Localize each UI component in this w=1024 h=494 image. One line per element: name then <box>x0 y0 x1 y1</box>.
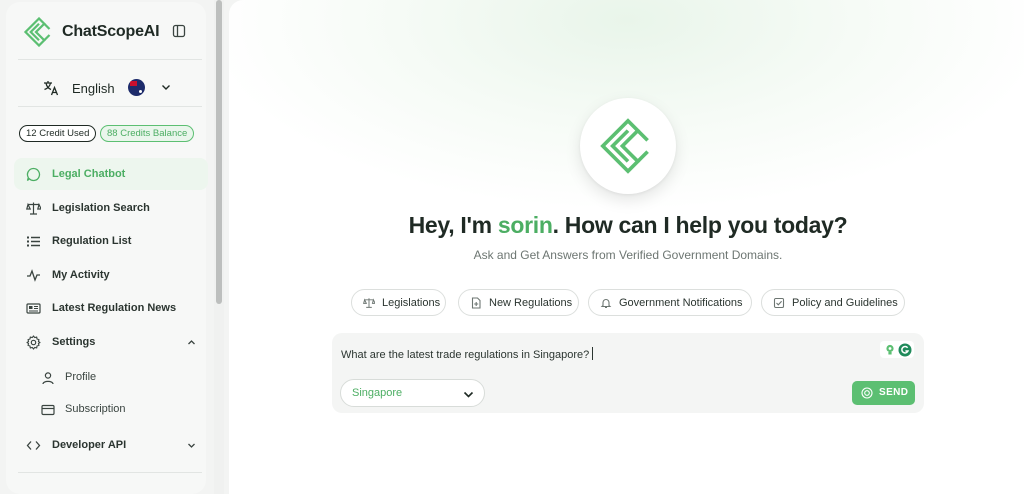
brand[interactable]: ChatScopeAI <box>24 16 160 48</box>
sidebar-item-developer-api[interactable]: Developer API <box>14 429 208 461</box>
lightbulb-icon <box>886 344 894 355</box>
credit-card-icon <box>41 404 55 416</box>
sidebar-subitem-subscription[interactable]: Subscription <box>14 396 208 424</box>
divider <box>18 59 202 60</box>
chatscope-logo-icon <box>600 118 649 174</box>
country-select[interactable]: Singapore <box>340 379 485 407</box>
brand-name: ChatScopeAI <box>62 23 160 40</box>
flag-icon <box>128 79 145 96</box>
sidebar-item-label: Developer API <box>52 439 127 451</box>
country-select-value: Singapore <box>352 387 403 399</box>
send-icon <box>861 387 873 399</box>
chevron-down-icon <box>188 443 195 448</box>
sidebar-subitem-profile[interactable]: Profile <box>14 364 208 392</box>
sidebar-item-legislation-search[interactable]: Legislation Search <box>14 192 208 224</box>
credits-balance-badge: 88 Credits Balance <box>100 125 195 142</box>
translate-icon <box>44 81 59 96</box>
sidebar-item-my-activity[interactable]: My Activity <box>14 259 208 291</box>
scale-icon <box>363 297 375 308</box>
chatscope-logo-icon <box>24 17 51 47</box>
chevron-up-icon <box>188 340 195 345</box>
sidebar-item-label: Regulation List <box>52 235 132 247</box>
sidebar-toggle-icon[interactable] <box>172 24 186 38</box>
chat-input[interactable]: What are the latest trade regulations in… <box>341 347 593 361</box>
newspaper-icon <box>26 303 41 314</box>
sidebar-item-label: Legal Chatbot <box>52 168 126 180</box>
sidebar-item-label: Latest Regulation News <box>52 302 177 314</box>
sidebar-subitem-label: Profile <box>65 371 97 383</box>
chip-policy-and-guidelines[interactable]: Policy and Guidelines <box>761 289 905 316</box>
gear-icon <box>26 335 41 350</box>
extension-icons[interactable] <box>880 341 914 358</box>
language-label: English <box>72 80 115 96</box>
sidebar-item-label: My Activity <box>52 269 110 281</box>
sidebar: ChatScopeAI English 12 Credit Used 88 Cr… <box>6 2 208 494</box>
sidebar-item-regulation-list[interactable]: Regulation List <box>14 225 208 257</box>
grammarly-icon <box>898 343 912 357</box>
chat-bubble-icon <box>26 167 41 182</box>
list-icon <box>27 236 40 247</box>
sidebar-subitem-label: Subscription <box>65 403 126 415</box>
sidebar-item-settings[interactable]: Settings <box>14 326 208 358</box>
chevron-down-icon <box>463 391 474 398</box>
divider <box>18 106 202 107</box>
checklist-icon <box>773 297 785 308</box>
user-icon <box>42 372 54 385</box>
greeting-prefix: Hey, I'm <box>408 212 498 238</box>
chip-label: Government Notifications <box>619 296 743 309</box>
greeting-suffix: . How can I help you today? <box>552 212 848 238</box>
document-plus-icon <box>471 296 481 309</box>
credits-used-badge: 12 Credit Used <box>19 125 97 142</box>
greeting-subtitle: Ask and Get Answers from Verified Govern… <box>473 248 783 262</box>
scale-icon <box>26 202 41 215</box>
chip-label: New Regulations <box>489 296 573 309</box>
chevron-down-icon <box>162 85 170 90</box>
activity-icon <box>27 269 40 282</box>
chip-new-regulations[interactable]: New Regulations <box>458 289 579 316</box>
sidebar-item-label: Settings <box>52 336 96 348</box>
language-selector[interactable]: English <box>42 76 182 100</box>
divider <box>18 472 202 473</box>
send-button[interactable]: SEND <box>852 381 915 405</box>
sidebar-item-label: Legislation Search <box>52 202 150 214</box>
chip-government-notifications[interactable]: Government Notifications <box>588 289 752 316</box>
chip-label: Policy and Guidelines <box>792 296 898 309</box>
code-icon <box>26 441 41 450</box>
greeting-heading: Hey, I'm sorin. How can I help you today… <box>229 212 1024 239</box>
chat-main: Hey, I'm sorin. How can I help you today… <box>229 0 1024 494</box>
sidebar-item-latest-regulation-news[interactable]: Latest Regulation News <box>14 292 208 324</box>
sidebar-scrollbar-thumb[interactable] <box>216 0 222 304</box>
chip-label: Legislations <box>382 296 441 309</box>
bell-icon <box>600 298 612 308</box>
hero-logo <box>580 98 676 194</box>
assistant-name: sorin <box>497 212 553 238</box>
sidebar-item-legal-chatbot[interactable]: Legal Chatbot <box>14 158 208 190</box>
chip-legislations[interactable]: Legislations <box>351 289 446 316</box>
chat-composer: What are the latest trade regulations in… <box>332 333 924 413</box>
send-button-label: SEND <box>879 387 909 398</box>
